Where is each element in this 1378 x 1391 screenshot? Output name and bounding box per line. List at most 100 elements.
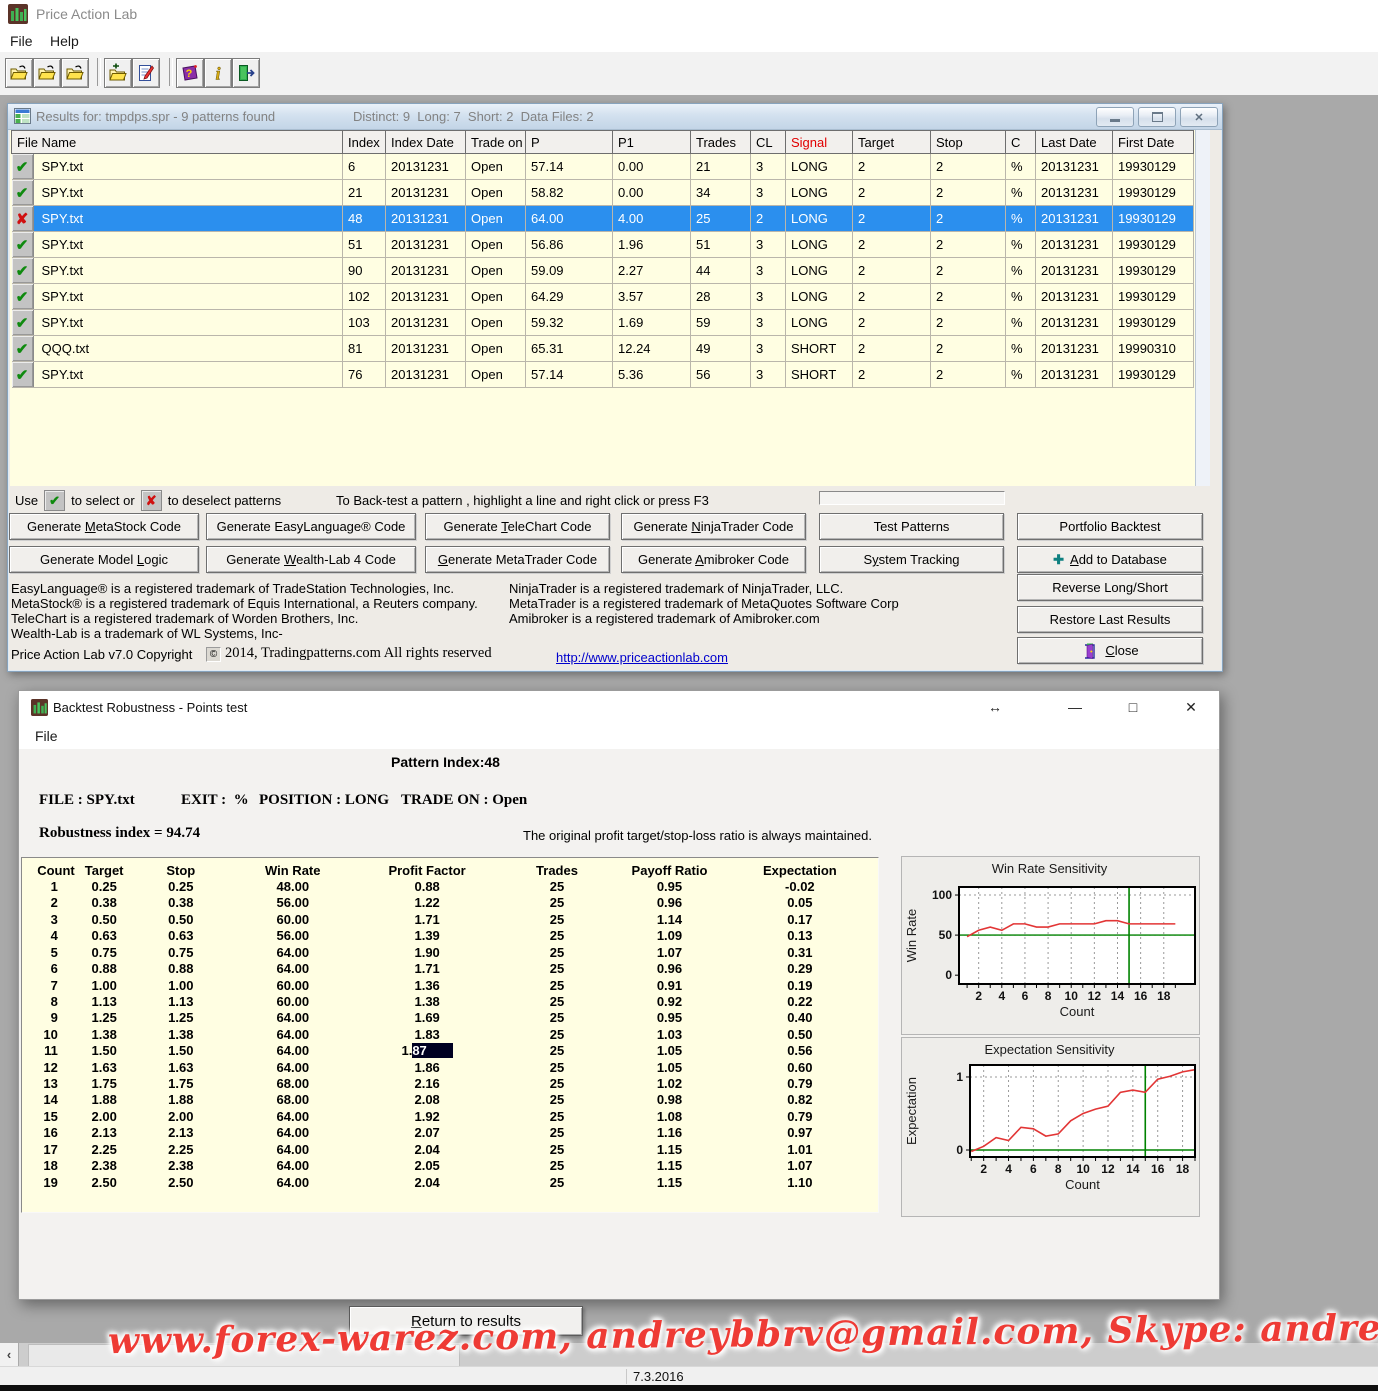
generate-metastock-code-button[interactable]: Generate MetaStock Code <box>9 513 199 540</box>
cell: 6 <box>22 961 75 977</box>
select-check-icon[interactable]: ✔ <box>12 284 34 309</box>
deselect-x-icon[interactable]: ✘ <box>12 206 34 231</box>
cell: 1.75 <box>134 1076 229 1092</box>
robustness-table[interactable]: CountTargetStopWin RateProfit FactorTrad… <box>21 857 879 1213</box>
trademark-line: MetaStock® is a registered trademark of … <box>11 596 478 611</box>
column-header-first-date[interactable]: First Date <box>1113 131 1194 154</box>
portfolio-backtest-button[interactable]: Portfolio Backtest <box>1017 513 1203 540</box>
column-header-last-date[interactable]: Last Date <box>1036 131 1113 154</box>
dialog-minimize-button[interactable]: — <box>1061 695 1089 719</box>
select-check-icon[interactable]: ✔ <box>12 232 34 257</box>
column-header-p[interactable]: P <box>526 131 613 154</box>
file-cell-inner: ✘SPY.txt <box>12 206 343 231</box>
table-row[interactable]: ✘SPY.txt4820131231Open64.004.00252LONG22… <box>12 206 1194 232</box>
column-header-cl[interactable]: CL <box>751 131 786 154</box>
toolbar-exit-door-button[interactable] <box>232 58 260 88</box>
cell: 0.31 <box>722 945 878 961</box>
toolbar-open-folder-button[interactable] <box>5 58 33 88</box>
cell: 20131231 <box>1036 362 1113 388</box>
cell: 16 <box>22 1125 75 1141</box>
table-row[interactable]: ✔SPY.txt2120131231Open58.820.00343LONG22… <box>12 180 1194 206</box>
table-row[interactable]: ✔SPY.txt5120131231Open56.861.96513LONG22… <box>12 232 1194 258</box>
website-link[interactable]: http://www.priceactionlab.com <box>556 650 728 665</box>
generate-metatrader-code-button[interactable]: Generate MetaTrader Code <box>425 546 610 573</box>
close-button[interactable]: ✕ <box>1180 107 1218 127</box>
robustness-row: 10.250.2548.000.88250.95-0.02 <box>22 879 878 895</box>
dialog-close-button[interactable]: ✕ <box>1177 695 1205 719</box>
cell: 44 <box>691 258 751 284</box>
generate-wealth-lab-4-code-button[interactable]: Generate Wealth-Lab 4 Code <box>206 546 416 573</box>
generate-ninjatrader-code-button[interactable]: Generate NinjaTrader Code <box>621 513 806 540</box>
table-row[interactable]: ✔SPY.txt7620131231Open57.145.36563SHORT2… <box>12 362 1194 388</box>
toolbar-open-folder-button[interactable] <box>33 58 61 88</box>
cell: 1.13 <box>134 994 229 1010</box>
column-header-stop[interactable]: Stop <box>931 131 1006 154</box>
toolbar-folder-add-button[interactable] <box>104 58 132 88</box>
dialog-menu-file[interactable]: File <box>29 726 64 746</box>
select-check-icon[interactable]: ✔ <box>12 362 34 387</box>
robustness-row: 40.630.6356.001.39251.090.13 <box>22 928 878 944</box>
results-header-row: File NameIndexIndex DateTrade onPP1Trade… <box>12 131 1194 154</box>
results-window-titlebar[interactable]: Results for: tmpdps.spr - 9 patterns fou… <box>8 104 1222 130</box>
select-check-icon[interactable]: ✔ <box>12 258 34 283</box>
cell: 65.31 <box>526 336 613 362</box>
cell: 1.50 <box>75 1043 134 1059</box>
select-check-icon[interactable]: ✔ <box>12 154 34 179</box>
cell: 1.63 <box>134 1060 229 1076</box>
column-header-trade-on[interactable]: Trade on <box>466 131 526 154</box>
close-button[interactable]: Close <box>1017 637 1203 664</box>
button-label: Generate MetaStock Code <box>27 519 181 534</box>
table-row[interactable]: ✔SPY.txt10320131231Open59.321.69593LONG2… <box>12 310 1194 336</box>
button-label: Generate TeleChart Code <box>444 519 592 534</box>
table-row[interactable]: ✔SPY.txt620131231Open57.140.00213LONG22%… <box>12 154 1194 180</box>
restore-last-results-button[interactable]: Restore Last Results <box>1017 606 1203 633</box>
column-header-c[interactable]: C <box>1006 131 1036 154</box>
cell: 2.13 <box>134 1125 229 1141</box>
column-header-signal[interactable]: Signal <box>786 131 853 154</box>
cell: 1.09 <box>617 928 722 944</box>
file-cell: ✔SPY.txt <box>12 180 343 206</box>
test-patterns-button[interactable]: Test Patterns <box>819 513 1004 540</box>
cell: 68.00 <box>228 1076 357 1092</box>
toolbar-notepad-edit-button[interactable] <box>132 58 160 88</box>
column-header-p1[interactable]: P1 <box>613 131 691 154</box>
cell: 0.29 <box>722 961 878 977</box>
column-header-target[interactable]: Target <box>853 131 931 154</box>
column-header-file-name[interactable]: File Name <box>12 131 343 154</box>
cell: 5 <box>22 945 75 961</box>
cell: 2.04 <box>357 1175 496 1191</box>
toolbar-help-book-button[interactable]: ? <box>176 58 204 88</box>
select-check-icon[interactable]: ✔ <box>12 336 34 361</box>
table-row[interactable]: ✔SPY.txt10220131231Open64.293.57283LONG2… <box>12 284 1194 310</box>
system-tracking-button[interactable]: System Tracking <box>819 546 1004 573</box>
reverse-long-short-button[interactable]: Reverse Long/Short <box>1017 574 1203 601</box>
restore-button[interactable] <box>1138 107 1176 127</box>
results-scroll-strip[interactable] <box>1195 130 1210 486</box>
select-check-icon[interactable]: ✔ <box>12 310 34 335</box>
column-header-trades[interactable]: Trades <box>691 131 751 154</box>
dialog-titlebar[interactable]: Backtest Robustness - Points test ↔ — □ … <box>19 691 1219 724</box>
cell: 3 <box>751 232 786 258</box>
cell: 64.00 <box>228 1027 357 1043</box>
add-to-database-button[interactable]: ✚Add to Database <box>1017 546 1203 573</box>
column-header-index-date[interactable]: Index Date <box>386 131 466 154</box>
menu-help[interactable]: Help <box>44 31 85 51</box>
generate-amibroker-code-button[interactable]: Generate Amibroker Code <box>621 546 806 573</box>
cell: 0.95 <box>617 1010 722 1026</box>
minimize-button[interactable] <box>1096 107 1134 127</box>
table-row[interactable]: ✔SPY.txt9020131231Open59.092.27443LONG22… <box>12 258 1194 284</box>
table-row[interactable]: ✔QQQ.txt8120131231Open65.3112.24493SHORT… <box>12 336 1194 362</box>
dialog-maximize-button[interactable]: □ <box>1119 695 1147 719</box>
column-header-index[interactable]: Index <box>343 131 386 154</box>
cell: 3 <box>751 336 786 362</box>
file-cell-inner: ✔SPY.txt <box>12 310 343 335</box>
menu-file[interactable]: File <box>4 31 39 51</box>
generate-model-logic-button[interactable]: Generate Model Logic <box>9 546 199 573</box>
generate-telechart-code-button[interactable]: Generate TeleChart Code <box>425 513 610 540</box>
toolbar-info-button[interactable]: i <box>204 58 232 88</box>
exit-door-icon <box>236 63 256 83</box>
toolbar-open-folder-button[interactable] <box>61 58 89 88</box>
select-check-icon[interactable]: ✔ <box>12 180 34 205</box>
generate-easylanguage-code-button[interactable]: Generate EasyLanguage® Code <box>206 513 416 540</box>
scroll-left-button[interactable]: ‹ <box>0 1343 19 1366</box>
